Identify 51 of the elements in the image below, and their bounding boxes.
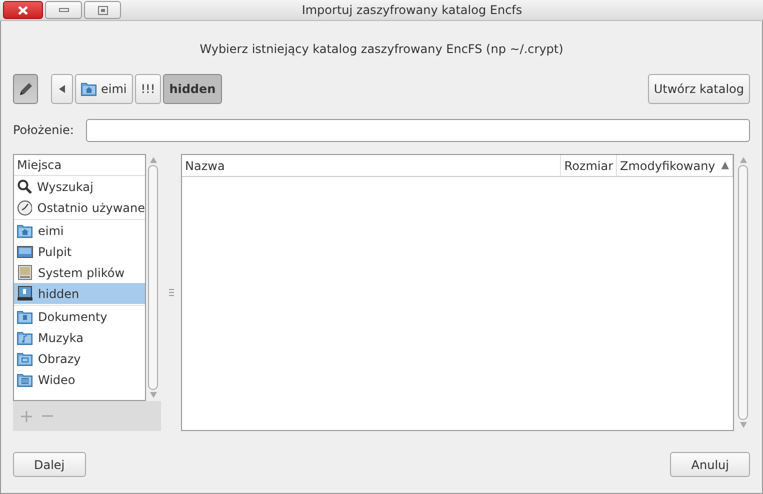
- create-folder-button[interactable]: Utwórz katalog: [648, 74, 750, 104]
- column-header[interactable]: Rozmiar: [561, 155, 618, 176]
- location-field[interactable]: [86, 118, 750, 142]
- sidebar-item[interactable]: Pulpit: [14, 241, 145, 262]
- sidebar-item[interactable]: hidden: [14, 283, 145, 304]
- window-title: Importuj zaszyfrowany katalog Encfs: [300, 3, 524, 17]
- sidebar-item[interactable]: eimi: [14, 220, 145, 241]
- prompt-text: Wybierz istniejący katalog zaszyfrowany EncFS (np ~/.crypt): [198, 42, 564, 58]
- sidebar-item[interactable]: System plików: [14, 262, 145, 283]
- document-folder-icon: [17, 310, 33, 324]
- home-folder-icon: [81, 82, 97, 96]
- location-label: Położenie:: [13, 123, 75, 137]
- column-header[interactable]: Zmodyfikowany ▲: [617, 155, 733, 176]
- home-folder-icon: [17, 224, 33, 238]
- sidebar-item[interactable]: Dokumenty: [14, 306, 145, 327]
- sidebar-item[interactable]: Ostatnio używane: [14, 197, 145, 218]
- path-button[interactable]: hidden: [163, 74, 222, 104]
- maximize-icon: [98, 6, 108, 14]
- path-button[interactable]: !!!: [134, 74, 162, 104]
- pencil-icon: [18, 81, 34, 97]
- music-folder-icon: [17, 330, 33, 344]
- scrollbar-thumb[interactable]: [148, 165, 158, 390]
- path-button[interactable]: eimi: [75, 74, 133, 104]
- clock-icon: [17, 200, 32, 216]
- drive-icon: [17, 265, 33, 280]
- column-header[interactable]: Miejsca: [14, 155, 145, 176]
- search-icon: [17, 179, 32, 194]
- scroll-down-icon[interactable]: [150, 392, 156, 398]
- maximize-button[interactable]: [84, 1, 121, 19]
- picture-folder-icon: [17, 352, 33, 366]
- close-icon: [18, 6, 28, 14]
- close-button[interactable]: [3, 1, 43, 19]
- minimize-button[interactable]: [45, 1, 82, 19]
- cancel-button[interactable]: Anuluj: [670, 452, 750, 477]
- edit-path-toggle[interactable]: [13, 74, 38, 104]
- scrollbar-thumb[interactable]: [738, 165, 748, 420]
- next-button[interactable]: Dalej: [13, 452, 86, 477]
- back-button[interactable]: [51, 74, 73, 104]
- sidebar-item[interactable]: Wyszukaj: [14, 176, 145, 197]
- scroll-up-icon[interactable]: [150, 157, 156, 163]
- column-header[interactable]: Nazwa: [182, 155, 562, 176]
- minimize-icon: [58, 8, 68, 12]
- pane-handle-icon[interactable]: [168, 289, 174, 296]
- sidebar-item[interactable]: Muzyka: [14, 327, 145, 348]
- left-arrow-icon: [59, 85, 65, 93]
- scroll-up-icon[interactable]: [740, 157, 746, 163]
- video-folder-icon: [17, 372, 33, 386]
- scroll-down-icon[interactable]: [740, 422, 746, 428]
- sidebar-item[interactable]: Obrazy: [14, 348, 145, 369]
- sidebar-item[interactable]: Wideo: [14, 369, 145, 390]
- desktop-icon: [17, 244, 33, 258]
